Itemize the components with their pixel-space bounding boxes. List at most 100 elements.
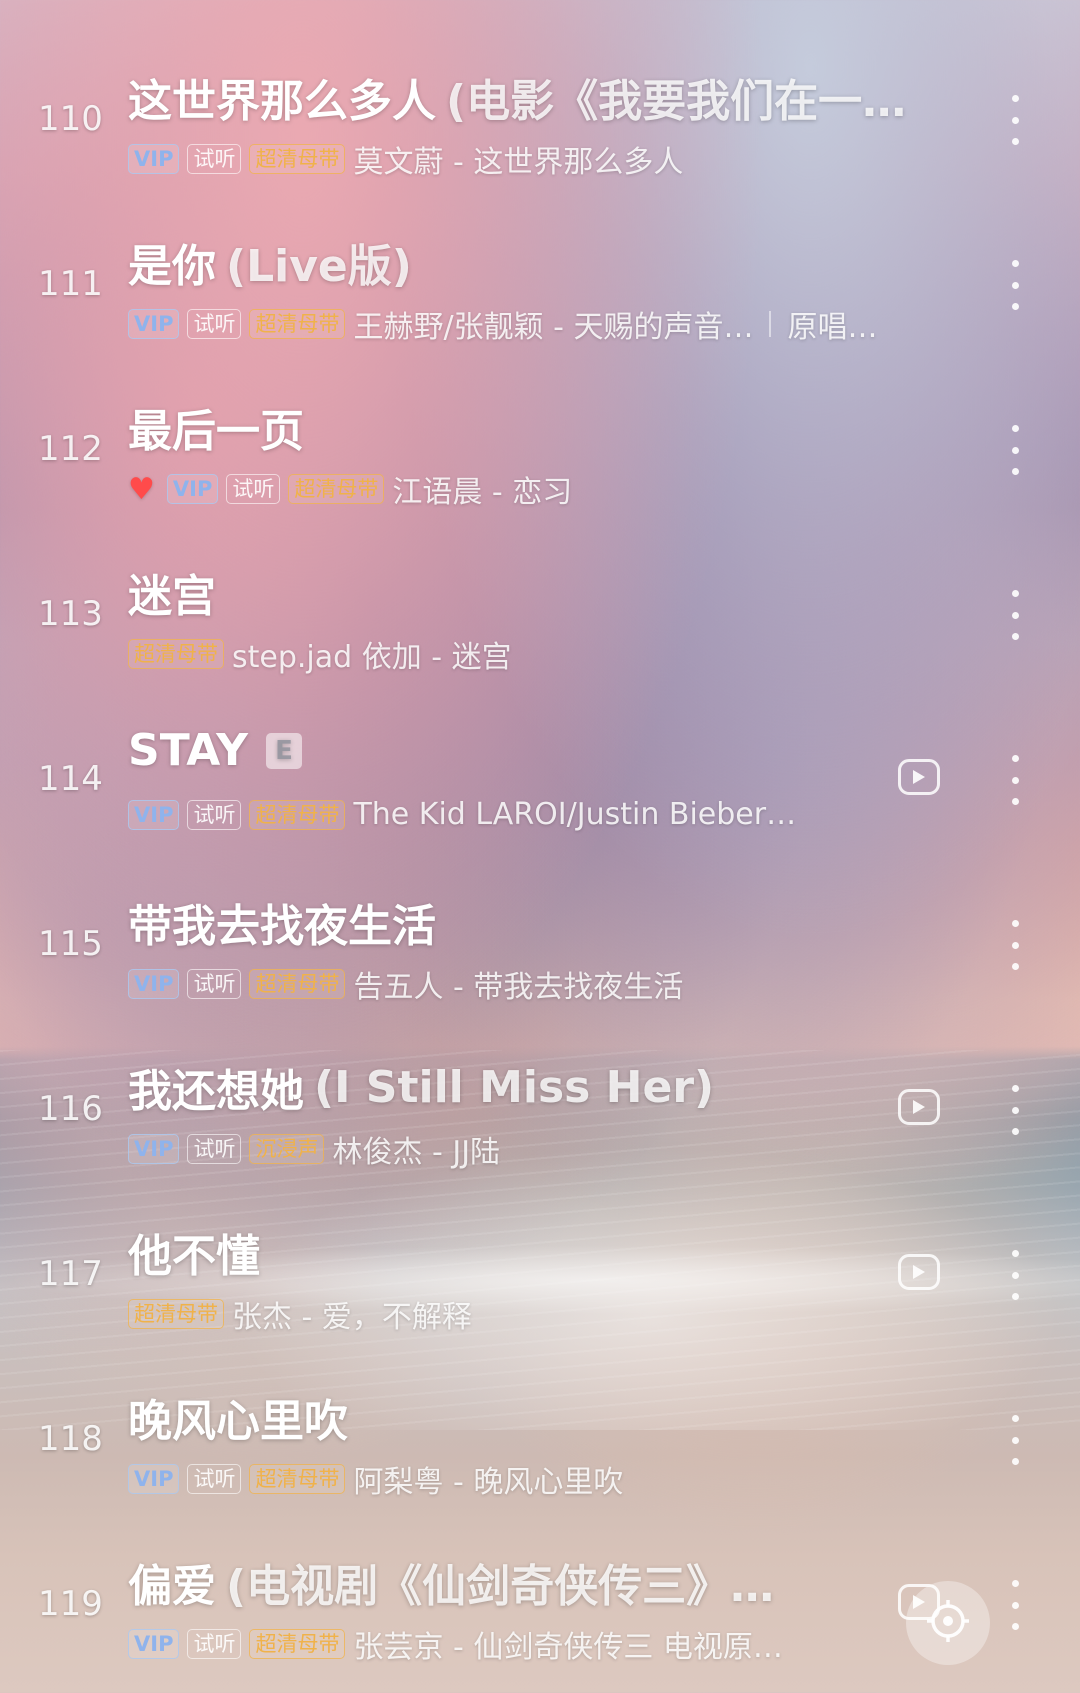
- artist-album: The Kid LAROI/Justin Bieber…: [353, 797, 797, 832]
- song-meta: VIP 试听 超清母带 告五人 - 带我去找夜生活: [128, 962, 683, 1006]
- tag-hq: 超清母带: [249, 799, 346, 830]
- song-meta: 超清母带 step.jad 依加 - 迷宫: [128, 632, 512, 676]
- song-title: 带我去找夜生活: [128, 890, 436, 954]
- artist-album: 莫文蔚 - 这世界那么多人: [353, 145, 684, 180]
- song-row[interactable]: 116 我还想她 (I Still Miss Her) VIP 试听 沉浸声 林俊杰 - J…: [0, 1045, 1080, 1210]
- song-title-text: 这世界那么多人: [128, 76, 436, 127]
- song-meta: VIP 试听 超清母带 莫文蔚 - 这世界那么多人: [128, 137, 683, 181]
- tag-trial: 试听: [187, 1134, 242, 1164]
- play-video-icon[interactable]: [898, 759, 940, 795]
- song-title: 这世界那么多人 (电影《我要我们在一…: [128, 65, 906, 129]
- song-title-extra: (电影《我要我们在一…: [446, 76, 907, 127]
- song-list: 110 这世界那么多人 (电影《我要我们在一… VIP 试听 超清母带 莫文蔚 - 这世界那…: [0, 55, 1080, 1693]
- tag-vip: VIP: [128, 144, 180, 174]
- tag-immersive: 沉浸声: [249, 1134, 325, 1164]
- song-title-extra: (Live版): [226, 241, 412, 292]
- more-vertical-icon[interactable]: [1012, 425, 1020, 475]
- tag-hq: 超清母带: [249, 1629, 346, 1659]
- song-title: 迷宫: [128, 560, 216, 624]
- song-index: 111: [38, 264, 103, 304]
- tag-trial: 试听: [226, 474, 281, 504]
- tag-vip: VIP: [128, 799, 180, 830]
- more-vertical-icon[interactable]: [1012, 920, 1020, 970]
- tag-trial: 试听: [187, 1464, 242, 1494]
- song-row[interactable]: 118 晚风心里吹 VIP 试听 超清母带 阿梨粤 - 晚风心里吹: [0, 1375, 1080, 1540]
- heart-icon: ♥: [128, 471, 155, 507]
- tag-hq: 超清母带: [249, 969, 346, 999]
- tag-hq: 超清母带: [249, 309, 346, 339]
- tag-trial: 试听: [187, 1629, 242, 1659]
- song-title-text: 是你: [128, 241, 216, 292]
- song-meta: VIP 试听 沉浸声 林俊杰 - JJ陆: [128, 1127, 500, 1171]
- song-title-extra: (I Still Miss Her): [314, 1061, 715, 1113]
- locate-current-song-icon: [925, 1598, 971, 1648]
- song-index: 115: [38, 924, 103, 964]
- song-title-text: 我还想她: [128, 1066, 304, 1117]
- song-title: 是你 (Live版): [128, 230, 412, 294]
- more-vertical-icon[interactable]: [1012, 1085, 1020, 1135]
- tag-hq: 超清母带: [249, 1464, 346, 1494]
- tag-trial: 试听: [187, 309, 242, 339]
- tag-trial: 试听: [187, 144, 242, 174]
- song-title: 偏爱 (电视剧《仙剑奇侠传三》…: [128, 1550, 774, 1614]
- tag-trial: 试听: [187, 969, 242, 999]
- song-index: 117: [38, 1254, 103, 1294]
- song-title-extra: (电视剧《仙剑奇侠传三》…: [226, 1561, 775, 1612]
- song-title-text: 最后一页: [128, 406, 304, 457]
- song-title-text: 带我去找夜生活: [128, 901, 436, 952]
- song-title-text: 迷宫: [128, 571, 216, 622]
- song-meta: VIP 试听 超清母带 阿梨粤 - 晚风心里吹: [128, 1457, 623, 1501]
- song-meta: VIP 试听 超清母带 张芸京 - 仙剑奇侠传三 电视原…: [128, 1622, 783, 1666]
- song-index: 118: [38, 1419, 103, 1459]
- more-vertical-icon[interactable]: [1012, 1415, 1020, 1465]
- tag-hq: 超清母带: [288, 474, 385, 504]
- more-vertical-icon[interactable]: [1012, 755, 1020, 805]
- tag-hq: 超清母带: [128, 1299, 224, 1329]
- song-index: 112: [38, 429, 103, 469]
- more-vertical-icon[interactable]: [1012, 1580, 1020, 1630]
- tag-vip: VIP: [128, 1134, 180, 1164]
- song-row[interactable]: 117 他不懂超清母带 张杰 - 爱，不解释: [0, 1210, 1080, 1375]
- song-title: 我还想她 (I Still Miss Her): [128, 1055, 714, 1119]
- song-row[interactable]: 110 这世界那么多人 (电影《我要我们在一… VIP 试听 超清母带 莫文蔚 - 这世界那…: [0, 55, 1080, 220]
- song-title: 最后一页: [128, 395, 304, 459]
- artist-album: 张芸京 - 仙剑奇侠传三 电视原…: [353, 1630, 783, 1665]
- song-meta: ♥ VIP 试听 超清母带 江语晨 - 恋习: [128, 467, 572, 511]
- original-singer: 原唱…: [787, 310, 878, 345]
- more-vertical-icon[interactable]: [1012, 95, 1020, 145]
- artist-album: 江语晨 - 恋习: [392, 475, 573, 510]
- song-meta: VIP 试听 超清母带 王赫野/张靓颖 - 天赐的声音… 原唱…: [128, 302, 877, 346]
- song-title-text: STAY: [128, 725, 248, 776]
- song-index: 119: [38, 1584, 103, 1624]
- song-title-text: 他不懂: [128, 1231, 260, 1282]
- tag-vip: VIP: [128, 969, 180, 999]
- song-row[interactable]: 111 是你 (Live版) VIP 试听 超清母带 王赫野/张靓颖 - 天赐的声音… 原唱…: [0, 220, 1080, 385]
- song-row[interactable]: 114 STAY E VIP 试听 超清母带 The Kid LAROI/Justin Bi…: [0, 715, 1080, 880]
- divider: [769, 311, 772, 337]
- artist-album: 张杰 - 爱，不解释: [232, 1300, 472, 1335]
- tag-vip: VIP: [166, 474, 219, 504]
- song-row[interactable]: 115 带我去找夜生活 VIP 试听 超清母带 告五人 - 带我去找夜生活: [0, 880, 1080, 1045]
- song-meta: VIP 试听 超清母带 The Kid LAROI/Justin Bieber…: [128, 797, 796, 832]
- locate-button[interactable]: [906, 1581, 990, 1665]
- tag-vip: VIP: [128, 1464, 180, 1494]
- song-title-text: 偏爱: [128, 1561, 216, 1612]
- tag-hq: 超清母带: [128, 639, 224, 669]
- artist-album: step.jad 依加 - 迷宫: [232, 640, 512, 675]
- song-row[interactable]: 112 最后一页 ♥ VIP 试听 超清母带 江语晨 - 恋习: [0, 385, 1080, 550]
- artist-album: 林俊杰 - JJ陆: [332, 1135, 501, 1170]
- play-video-icon[interactable]: [898, 1089, 940, 1125]
- song-index: 113: [38, 594, 103, 634]
- song-title: 晚风心里吹: [128, 1385, 348, 1449]
- song-title: STAY E: [128, 725, 302, 776]
- song-row[interactable]: 113 迷宫超清母带 step.jad 依加 - 迷宫: [0, 550, 1080, 715]
- more-vertical-icon[interactable]: [1012, 260, 1020, 310]
- play-video-icon[interactable]: [898, 1254, 940, 1290]
- tag-hq: 超清母带: [249, 144, 346, 174]
- artist-album: 告五人 - 带我去找夜生活: [353, 970, 684, 1005]
- more-vertical-icon[interactable]: [1012, 1250, 1020, 1300]
- more-vertical-icon[interactable]: [1012, 590, 1020, 640]
- song-title-text: 晚风心里吹: [128, 1396, 348, 1447]
- song-meta: 超清母带 张杰 - 爱，不解释: [128, 1292, 472, 1336]
- tag-trial: 试听: [187, 799, 242, 830]
